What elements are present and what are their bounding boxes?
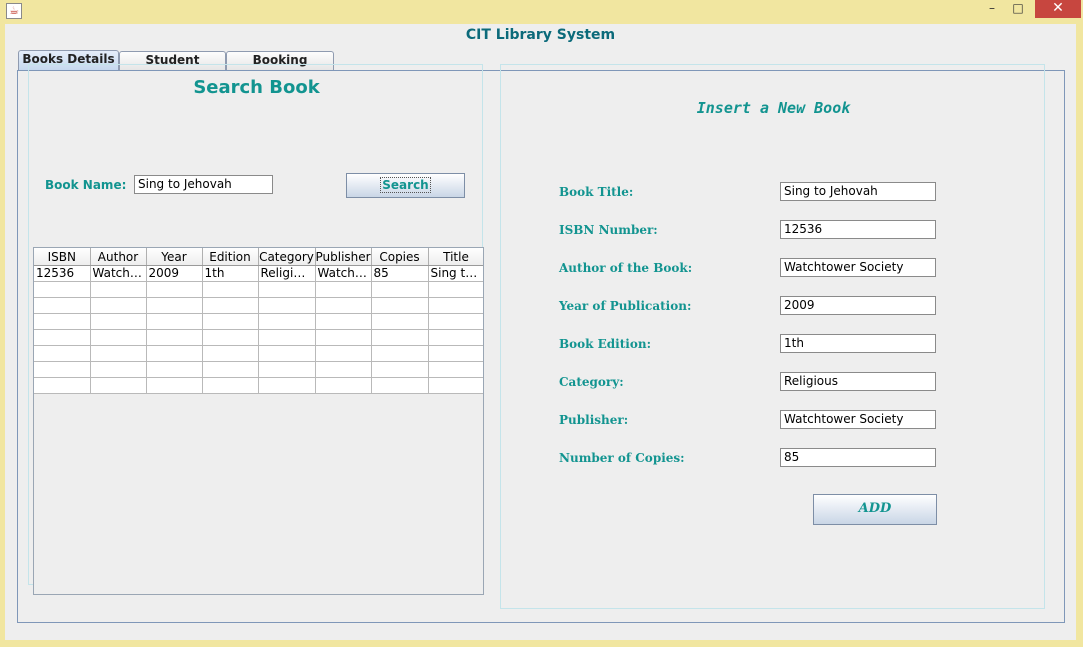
table-row-empty[interactable] [34, 345, 483, 362]
table-header-row: ISBN Author Year Edition Category Publis… [34, 248, 483, 266]
table-cell: Sing to Jehovah [427, 265, 483, 282]
publisher-input[interactable]: Watchtower Society [780, 410, 936, 429]
year-of-publication-label: Year of Publication: [559, 299, 692, 313]
table-row-empty[interactable] [34, 377, 483, 394]
year-of-publication-input[interactable]: 2009 [780, 296, 936, 315]
category-label: Category: [559, 375, 624, 389]
table-cell: 2009 [145, 265, 203, 282]
minimize-button[interactable]: – [982, 0, 1002, 18]
book-edition-label: Book Edition: [559, 337, 651, 351]
isbn-number-label: ISBN Number: [559, 223, 658, 237]
window-frame-bottom [0, 640, 1083, 647]
books-table[interactable]: ISBN Author Year Edition Category Publis… [33, 247, 484, 595]
book-name-input[interactable]: Sing to Jehovah [134, 175, 273, 194]
table-cell: Watchtower Society [89, 265, 147, 282]
close-button[interactable]: ✕ [1035, 0, 1081, 18]
app-title: CIT Library System [465, 27, 616, 43]
number-of-copies-label: Number of Copies: [559, 451, 685, 465]
book-title-input[interactable]: Sing to Jehovah [780, 182, 936, 201]
author-input[interactable]: Watchtower Society [780, 258, 936, 277]
book-edition-input[interactable]: 1th [780, 334, 936, 353]
insert-book-heading: Insert a New Book [696, 99, 851, 117]
table-row-empty[interactable] [34, 329, 483, 346]
search-book-heading: Search Book [193, 77, 320, 98]
java-cup-icon: ☕ [6, 3, 22, 19]
column-header[interactable]: Title [428, 248, 483, 266]
column-header[interactable]: Edition [202, 248, 259, 266]
publisher-label: Publisher: [559, 413, 629, 427]
author-label: Author of the Book: [559, 261, 693, 275]
category-input[interactable]: Religious [780, 372, 936, 391]
column-header[interactable]: Year [146, 248, 203, 266]
table-cell: 12536 [34, 265, 91, 282]
table-row-empty[interactable] [34, 361, 483, 378]
column-header[interactable]: ISBN [34, 248, 91, 266]
books-grid: ISBN Author Year Edition Category Publis… [34, 248, 483, 394]
table-cell: 1th [201, 265, 259, 282]
table-row-empty[interactable] [34, 281, 483, 298]
isbn-number-input[interactable]: 12536 [780, 220, 936, 239]
maximize-button[interactable]: □ [1008, 0, 1028, 18]
window-titlebar: ☕ – □ ✕ [0, 0, 1083, 24]
window-frame-right [1076, 24, 1083, 647]
book-name-label: Book Name: [45, 178, 127, 192]
add-button[interactable]: ADD [813, 494, 937, 525]
table-cell: Watchtower Society [314, 265, 372, 282]
search-button-label: Search [380, 177, 431, 193]
book-title-label: Book Title: [559, 185, 634, 199]
table-row[interactable]: 12536 Watchtower Society 2009 1th Religi… [34, 265, 483, 282]
table-row-empty[interactable] [34, 313, 483, 330]
table-cell: Religious [257, 265, 316, 282]
search-button[interactable]: Search [346, 173, 465, 198]
column-header[interactable]: Author [90, 248, 147, 266]
column-header[interactable]: Copies [371, 248, 429, 266]
column-header[interactable]: Category [258, 248, 316, 266]
table-row-empty[interactable] [34, 297, 483, 314]
number-of-copies-input[interactable]: 85 [780, 448, 936, 467]
column-header[interactable]: Publisher [315, 248, 372, 266]
table-cell: 85 [370, 265, 429, 282]
